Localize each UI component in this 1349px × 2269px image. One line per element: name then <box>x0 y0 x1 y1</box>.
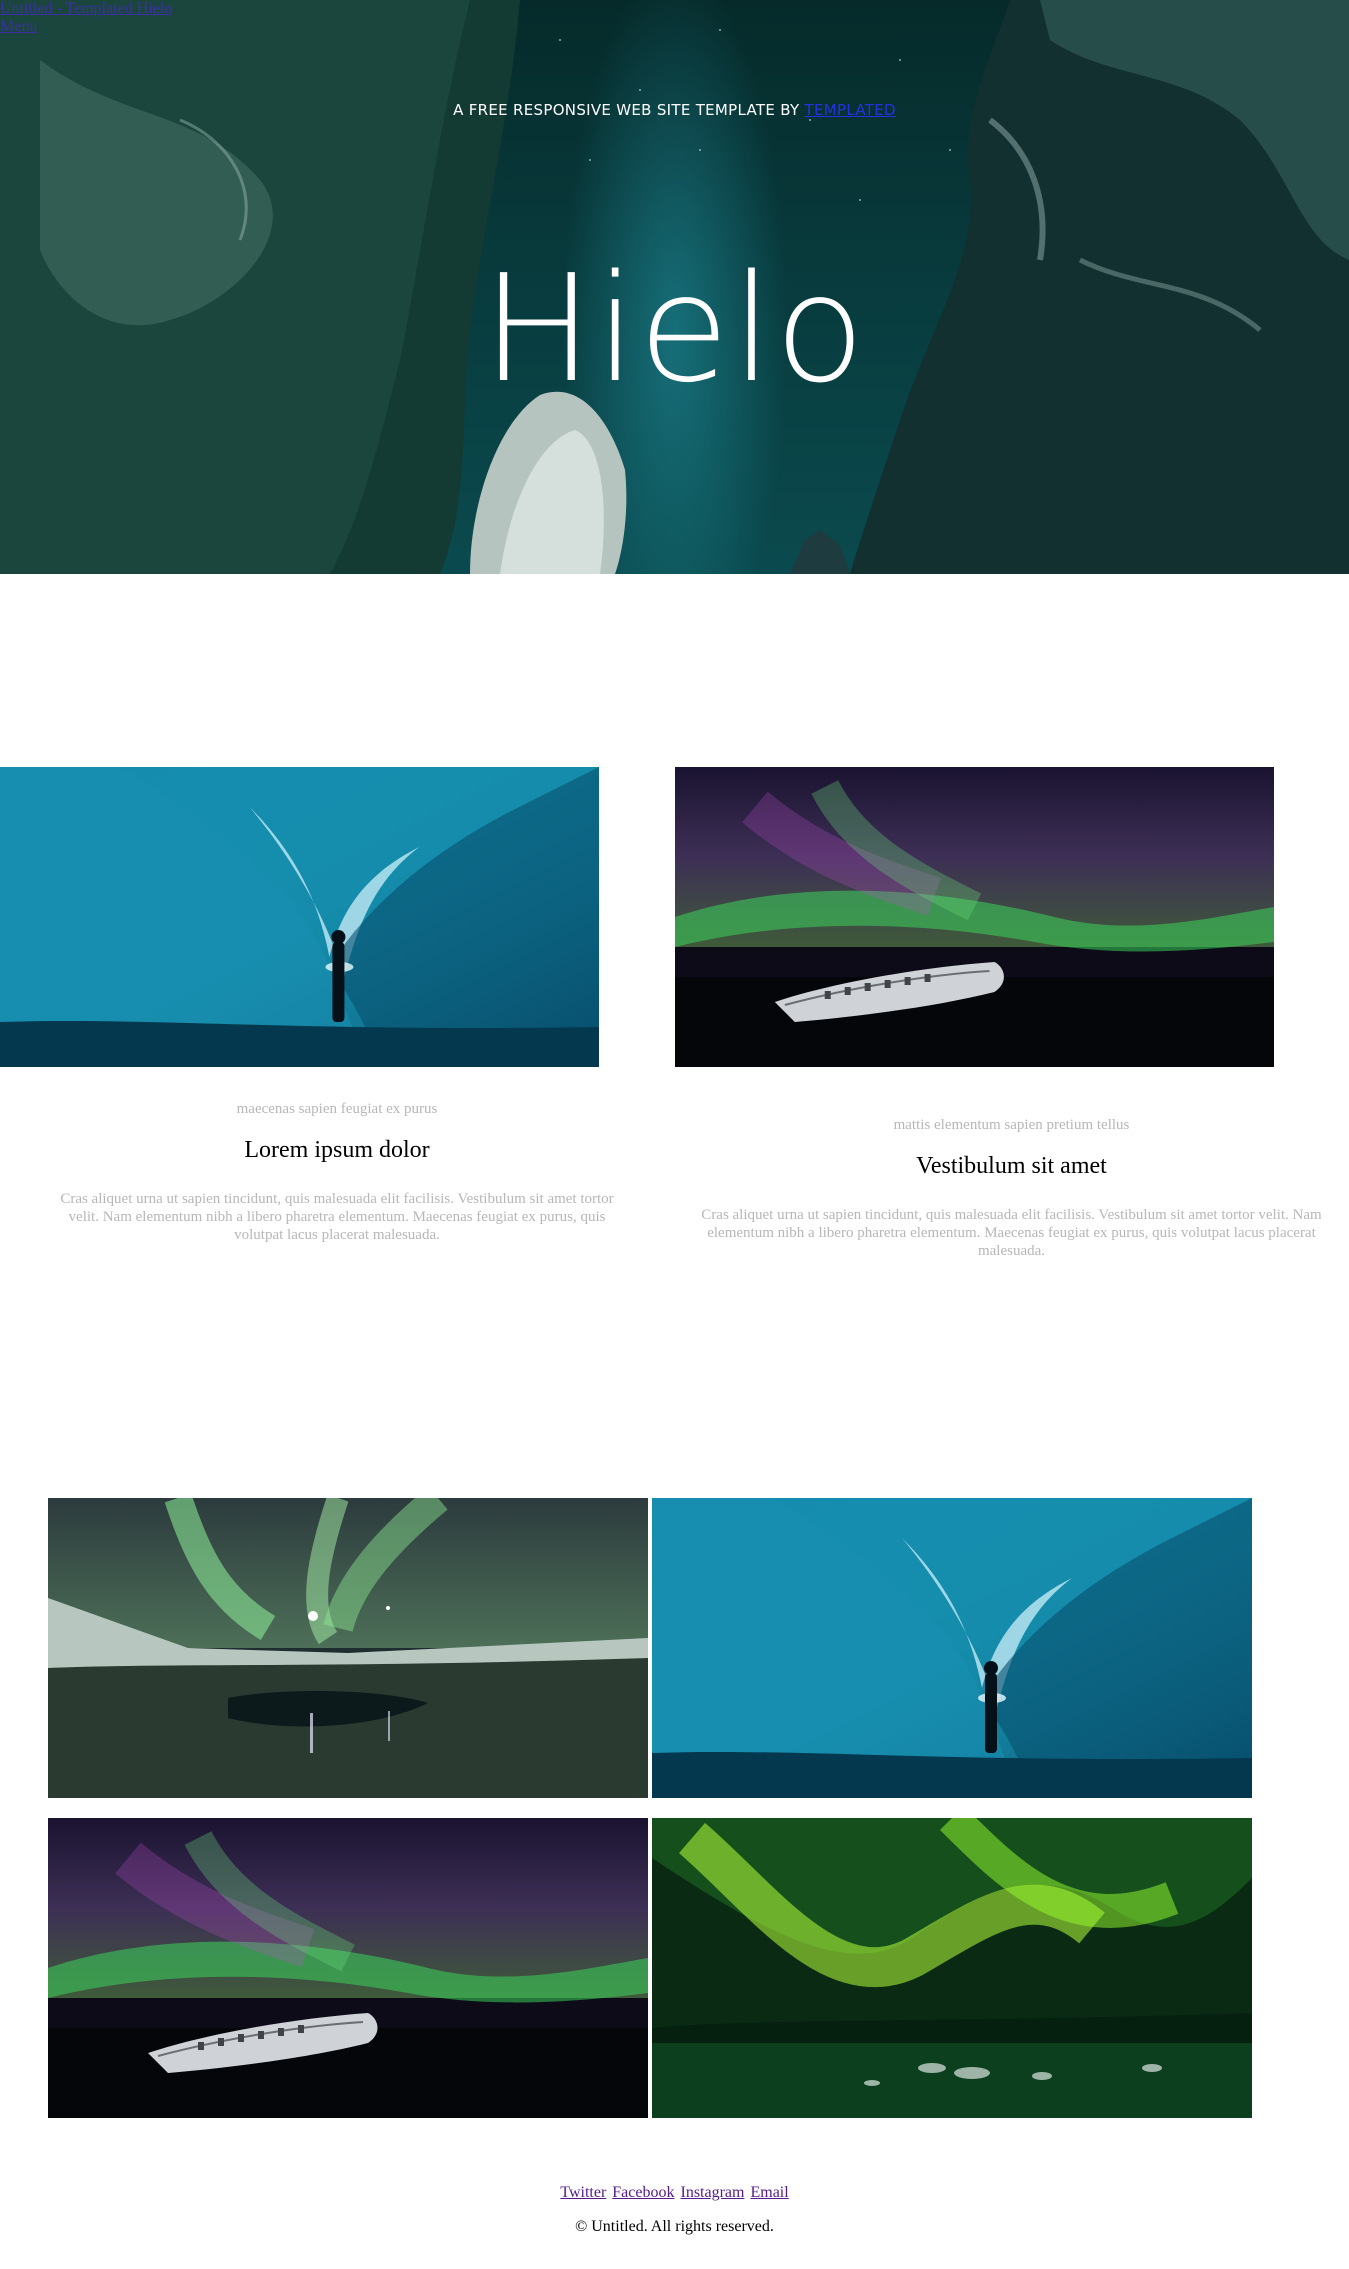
hero-banner: A FREE RESPONSIVE WEB SITE TEMPLATE BY T… <box>0 0 1349 574</box>
article-vestibulum: mattis elementum sapien pretium tellus V… <box>674 1117 1349 1260</box>
menu-link[interactable]: Menu <box>0 18 172 36</box>
article-image-plane-aurora[interactable] <box>675 767 1274 1067</box>
top-nav: Untitled - Templated Hielo Menu <box>0 0 172 36</box>
article-subtitle: mattis elementum sapien pretium tellus <box>893 1117 1130 1133</box>
hero-title: Hielo <box>481 243 868 415</box>
templated-link[interactable]: TEMPLATED <box>805 101 896 119</box>
gallery-image-aurora-lake[interactable] <box>48 1498 648 1798</box>
home-link[interactable]: Untitled - Templated Hielo <box>0 0 172 18</box>
article-image-ice-cave[interactable] <box>0 767 599 1067</box>
article-subtitle: maecenas sapien feugiat ex purus <box>236 1101 438 1117</box>
article-text: Cras aliquet urna ut sapien tincidunt, q… <box>60 1191 614 1243</box>
twitter-link[interactable]: Twitter <box>560 2184 606 2201</box>
facebook-link[interactable]: Facebook <box>612 2184 674 2201</box>
article-lorem-ipsum: maecenas sapien feugiat ex purus Lorem i… <box>0 1101 674 1244</box>
copyright: © Untitled. All rights reserved. <box>575 2218 774 2235</box>
article-title: Vestibulum sit amet <box>916 1153 1107 1179</box>
email-link[interactable]: Email <box>750 2184 788 2201</box>
hero-tagline: A FREE RESPONSIVE WEB SITE TEMPLATE BY T… <box>0 101 1349 119</box>
gallery-image-plane-aurora[interactable] <box>48 1818 648 2118</box>
instagram-link[interactable]: Instagram <box>680 2184 744 2201</box>
article-text: Cras aliquet urna ut sapien tincidunt, q… <box>701 1207 1322 1259</box>
hero-tagline-text: A FREE RESPONSIVE WEB SITE TEMPLATE BY <box>453 101 800 119</box>
gallery-image-green-aurora[interactable] <box>652 1818 1252 2118</box>
article-title: Lorem ipsum dolor <box>244 1137 430 1163</box>
footer-social-links: Twitter Facebook Instagram Email <box>0 2184 1349 2202</box>
gallery-image-ice-cave[interactable] <box>652 1498 1252 1798</box>
